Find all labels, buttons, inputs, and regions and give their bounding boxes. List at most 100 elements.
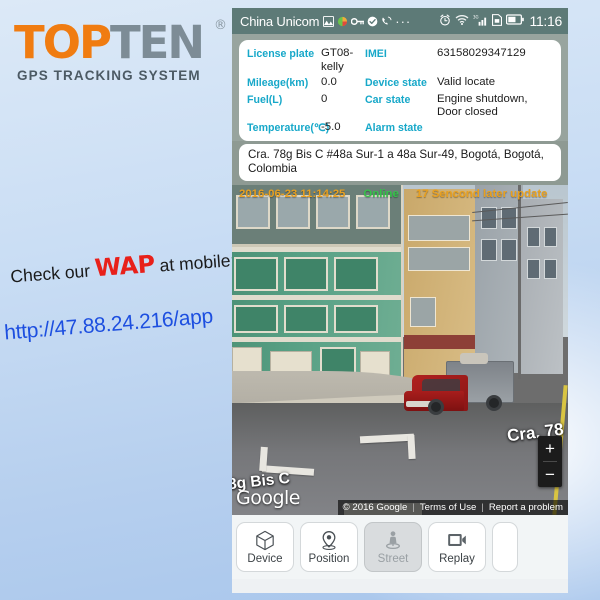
label-license-plate: License plate	[247, 48, 315, 60]
zoom-in-button[interactable]: +	[538, 436, 562, 461]
value-license-plate: GT08-kelly	[321, 47, 354, 73]
logo-top-text: TOP	[14, 16, 112, 69]
google-logo: Google	[236, 487, 301, 509]
svg-text:3G: 3G	[473, 14, 479, 19]
attrib-divider: |	[481, 502, 484, 513]
nav-button-device[interactable]: Device	[236, 522, 294, 572]
window	[410, 297, 436, 327]
video-icon	[447, 529, 467, 551]
value-mileage: 0.0	[321, 76, 337, 88]
label-temperature: Temperature(℃)	[247, 121, 330, 134]
nav-button-position[interactable]: Position	[300, 522, 358, 572]
wap-suffix: at mobile:	[154, 250, 237, 276]
status-right-icons: 3G 11:16	[439, 13, 563, 29]
vehicle-info-section: License plate GT08-kelly IMEI 6315802934…	[232, 34, 568, 141]
map-attribution-bar: © 2016 Google | Terms of Use | Report a …	[337, 500, 568, 515]
window	[481, 239, 497, 261]
wap-promo-line: Check our WAP at mobile:	[9, 244, 242, 289]
facade-panel	[234, 305, 278, 333]
value-car-state: Engine shutdown, Door closed	[437, 92, 528, 118]
window	[408, 247, 470, 271]
value-device-state: Valid locate	[437, 76, 496, 88]
status-next-update: 17 Sencond later update	[415, 187, 548, 200]
wap-prefix: Check our	[9, 260, 96, 287]
window	[544, 259, 557, 279]
phone-screenshot: China Unicom ··· 3G 11:16 License plate …	[232, 8, 568, 593]
map-pin-icon	[319, 529, 339, 551]
street-view-panel[interactable]: Cra. 78 8g Bis C 2016-06-23 11:14:25 Onl…	[232, 185, 568, 515]
battery-icon	[505, 14, 524, 28]
pegman-icon	[383, 529, 403, 551]
label-imei: IMEI	[365, 48, 387, 60]
address-text: Cra. 78g Bis C #48a Sur-1 a 48a Sur-49, …	[239, 144, 561, 181]
copyright-text: © 2016 Google	[342, 502, 408, 513]
value-temperature: -5.0	[321, 120, 341, 133]
logo-wordmark: TOPTEN ®	[14, 19, 227, 65]
nav-label-device: Device	[247, 553, 283, 565]
window	[527, 227, 540, 247]
truck-roof-unit	[460, 353, 488, 364]
value-fuel: 0	[321, 92, 328, 105]
nav-button-overflow[interactable]	[492, 522, 518, 572]
key-icon	[351, 17, 365, 26]
phone-icon	[381, 16, 392, 27]
utility-pole	[518, 185, 521, 379]
bottom-nav-bar: Device Position Street Replay	[232, 515, 568, 579]
facade-band	[232, 337, 401, 342]
nav-label-position: Position	[308, 553, 350, 565]
truck-wheel	[486, 395, 502, 411]
nav-button-street[interactable]: Street	[364, 522, 422, 572]
report-problem-link[interactable]: Report a problem	[489, 502, 563, 513]
logo-tagline: GPS TRACKING SYSTEM	[17, 67, 201, 83]
topten-logo: TOPTEN ® GPS TRACKING SYSTEM	[14, 19, 227, 83]
label-fuel: Fuel(L)	[247, 93, 283, 106]
promo-panel: TOPTEN ® GPS TRACKING SYSTEM Check our WA…	[0, 0, 240, 600]
phone-status-bar: China Unicom ··· 3G 11:16	[232, 8, 568, 34]
facade-panel	[334, 305, 378, 333]
nav-label-replay: Replay	[439, 553, 475, 565]
building-grey-2	[521, 199, 563, 374]
tracking-status-line: 2016-06-23 11:14:25 Online 17 Sencond la…	[232, 185, 568, 202]
more-dots-icon: ···	[395, 13, 412, 29]
facade-band	[232, 295, 401, 300]
nav-button-replay[interactable]: Replay	[428, 522, 486, 572]
building-grey-1	[475, 185, 523, 373]
status-timestamp: 2016-06-23 11:14:25	[239, 187, 346, 200]
truck-wheel	[428, 399, 444, 415]
facade-panel	[284, 305, 328, 333]
street-view-zoom-controls[interactable]: + −	[538, 436, 562, 487]
label-alarm-state: Alarm state	[365, 121, 423, 134]
attrib-divider: |	[412, 502, 415, 513]
window	[527, 259, 540, 279]
terms-of-use-link[interactable]: Terms of Use	[420, 502, 477, 513]
road-marking	[407, 434, 416, 460]
facade-band	[232, 247, 401, 252]
address-section: Cra. 78g Bis C #48a Sur-1 a 48a Sur-49, …	[232, 141, 568, 185]
window	[544, 227, 557, 247]
window	[501, 239, 517, 261]
wap-highlight: WAP	[93, 249, 156, 283]
vehicle-info-card: License plate GT08-kelly IMEI 6315802934…	[239, 40, 561, 141]
status-clock: 11:16	[529, 13, 563, 29]
wifi-icon	[455, 14, 469, 28]
check-circle-icon	[367, 16, 378, 27]
label-mileage: Mileage(km)	[247, 77, 309, 89]
registered-trademark-icon: ®	[214, 18, 227, 33]
label-device-state: Device state	[365, 77, 427, 89]
carrier-label: China Unicom	[240, 13, 320, 29]
alarm-icon	[439, 14, 451, 29]
sim-card-icon	[491, 13, 502, 29]
window	[408, 215, 470, 241]
street-view-image[interactable]: Cra. 78 8g Bis C	[232, 185, 568, 515]
value-imei: 63158029347129	[437, 47, 526, 59]
facade-panel	[284, 257, 328, 291]
building-red-trim	[404, 335, 476, 349]
facade-panel	[334, 257, 378, 291]
label-car-state: Car state	[365, 93, 411, 106]
wap-url[interactable]: http://47.88.24.216/app	[3, 302, 242, 345]
zoom-out-button[interactable]: −	[538, 462, 562, 487]
status-left-icons: ···	[323, 15, 411, 28]
facade-panel	[234, 257, 278, 291]
qq-icon	[337, 16, 348, 27]
signal-icon: 3G	[473, 14, 488, 29]
